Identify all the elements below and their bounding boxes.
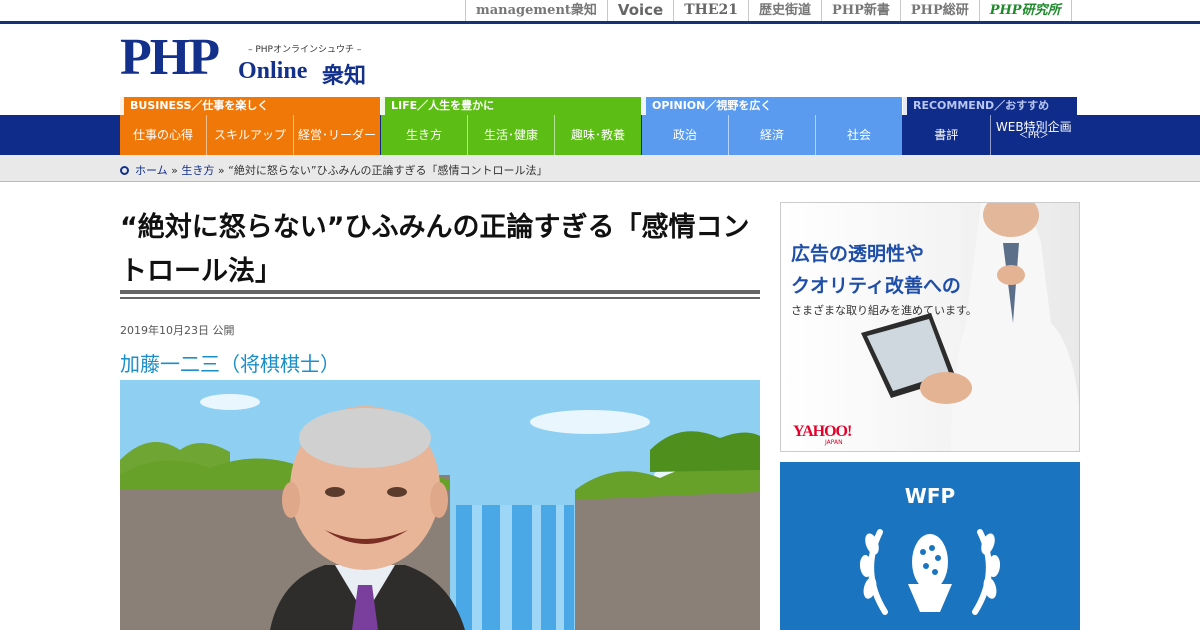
link-php-kenkyujo[interactable]: PHP研究所: [978, 0, 1072, 21]
ad-headline-line1: 広告の透明性や: [791, 243, 925, 265]
nav-group-heading: RECOMMEND／おすすめ: [903, 97, 1077, 115]
breadcrumb: ホーム » 生き方 » “絶対に怒らない”ひふみんの正論すぎる「感情コントロール…: [120, 162, 548, 178]
nav-item-keizai[interactable]: 経済: [729, 115, 816, 155]
yahoo-ad-banner[interactable]: 広告の透明性や クオリティ改善への さまざまな取り組みを進めています。 YAHO…: [780, 202, 1080, 452]
nav-group-heading: BUSINESS／仕事を楽しく: [120, 97, 380, 115]
nav-item-skill-up[interactable]: スキルアップ: [207, 115, 294, 155]
breadcrumb-separator: »: [217, 164, 225, 177]
ad-description: さまざまな取り組みを進めています。: [791, 304, 977, 317]
publish-date: 2019年10月23日 公開: [120, 324, 235, 337]
link-rekishi-kaido[interactable]: 歴史街道: [748, 0, 821, 21]
top-strip: management衆知 Voice THE21 歴史街道 PHP新書 PHP総…: [0, 0, 1200, 24]
breadcrumb-home[interactable]: ホーム: [135, 164, 168, 177]
logo-subtitle: – PHPオンラインシュウチ –: [248, 45, 362, 55]
wfp-ad-banner[interactable]: WFP: [780, 462, 1080, 630]
ad-headline-line2: クオリティ改善への: [791, 275, 961, 297]
nav-item-shigoto-no-kokoroe[interactable]: 仕事の心得: [120, 115, 207, 155]
article-title: “絶対に怒らない”ひふみんの正論すぎる「感情コントロール法」: [120, 212, 750, 287]
breadcrumb-bar: ホーム » 生き方 » “絶対に怒らない”ひふみんの正論すぎる「感情コントロール…: [0, 155, 1200, 182]
wfp-emblem-icon: [859, 529, 1001, 615]
breadcrumb-separator: »: [171, 164, 178, 177]
author-link[interactable]: 加藤一二三（将棋棋士）: [120, 348, 340, 377]
nav-group-recommend: RECOMMEND／おすすめ 書評 WEB特別企画 ＜PR＞: [903, 97, 1077, 155]
nav-item-seikatsu-kenko[interactable]: 生活･健康: [468, 115, 555, 155]
link-voice[interactable]: Voice: [606, 0, 673, 21]
link-management-shuchi[interactable]: management衆知: [465, 0, 607, 21]
bullet-icon: [120, 166, 129, 175]
hero-illustration: [120, 380, 760, 630]
nav-group-heading: LIFE／人生を豊かに: [381, 97, 641, 115]
nav-group-business: BUSINESS／仕事を楽しく 仕事の心得 スキルアップ 経営･リーダー: [120, 97, 380, 155]
nav-item-web-tokubetsu-kikaku[interactable]: WEB特別企画 ＜PR＞: [991, 115, 1078, 155]
yahoo-japan-logo-sub: JAPAN: [825, 439, 843, 446]
nav-item-shakai[interactable]: 社会: [816, 115, 902, 155]
logo-shuchi: 衆知: [322, 63, 367, 89]
logo-php: PHP: [120, 29, 220, 86]
link-the21[interactable]: THE21: [673, 0, 748, 21]
nav-item-shohyo[interactable]: 書評: [903, 115, 991, 155]
nav-group-life: LIFE／人生を豊かに 生き方 生活･健康 趣味･教養: [381, 97, 641, 155]
breadcrumb-category[interactable]: 生き方: [181, 164, 214, 177]
nav-item-ikikata[interactable]: 生き方: [381, 115, 468, 155]
nav-group-heading: OPINION／視野を広く: [642, 97, 902, 115]
sister-site-links: management衆知 Voice THE21 歴史街道 PHP新書 PHP総…: [465, 0, 1072, 21]
nav-item-keiei-leader[interactable]: 経営･リーダー: [294, 115, 380, 155]
article-hero-image: [120, 380, 760, 630]
nav-item-seiji[interactable]: 政治: [642, 115, 729, 155]
title-divider: [120, 297, 760, 299]
link-php-shinsho[interactable]: PHP新書: [821, 0, 900, 21]
logo-online: Online: [238, 58, 308, 84]
link-php-soken[interactable]: PHP総研: [899, 0, 979, 21]
breadcrumb-current: “絶対に怒らない”ひふみんの正論すぎる「感情コントロール法」: [228, 164, 548, 177]
nav-item-shumi-kyoyo[interactable]: 趣味･教養: [555, 115, 641, 155]
nav-group-opinion: OPINION／視野を広く 政治 経済 社会: [642, 97, 902, 155]
title-divider: [120, 290, 760, 294]
